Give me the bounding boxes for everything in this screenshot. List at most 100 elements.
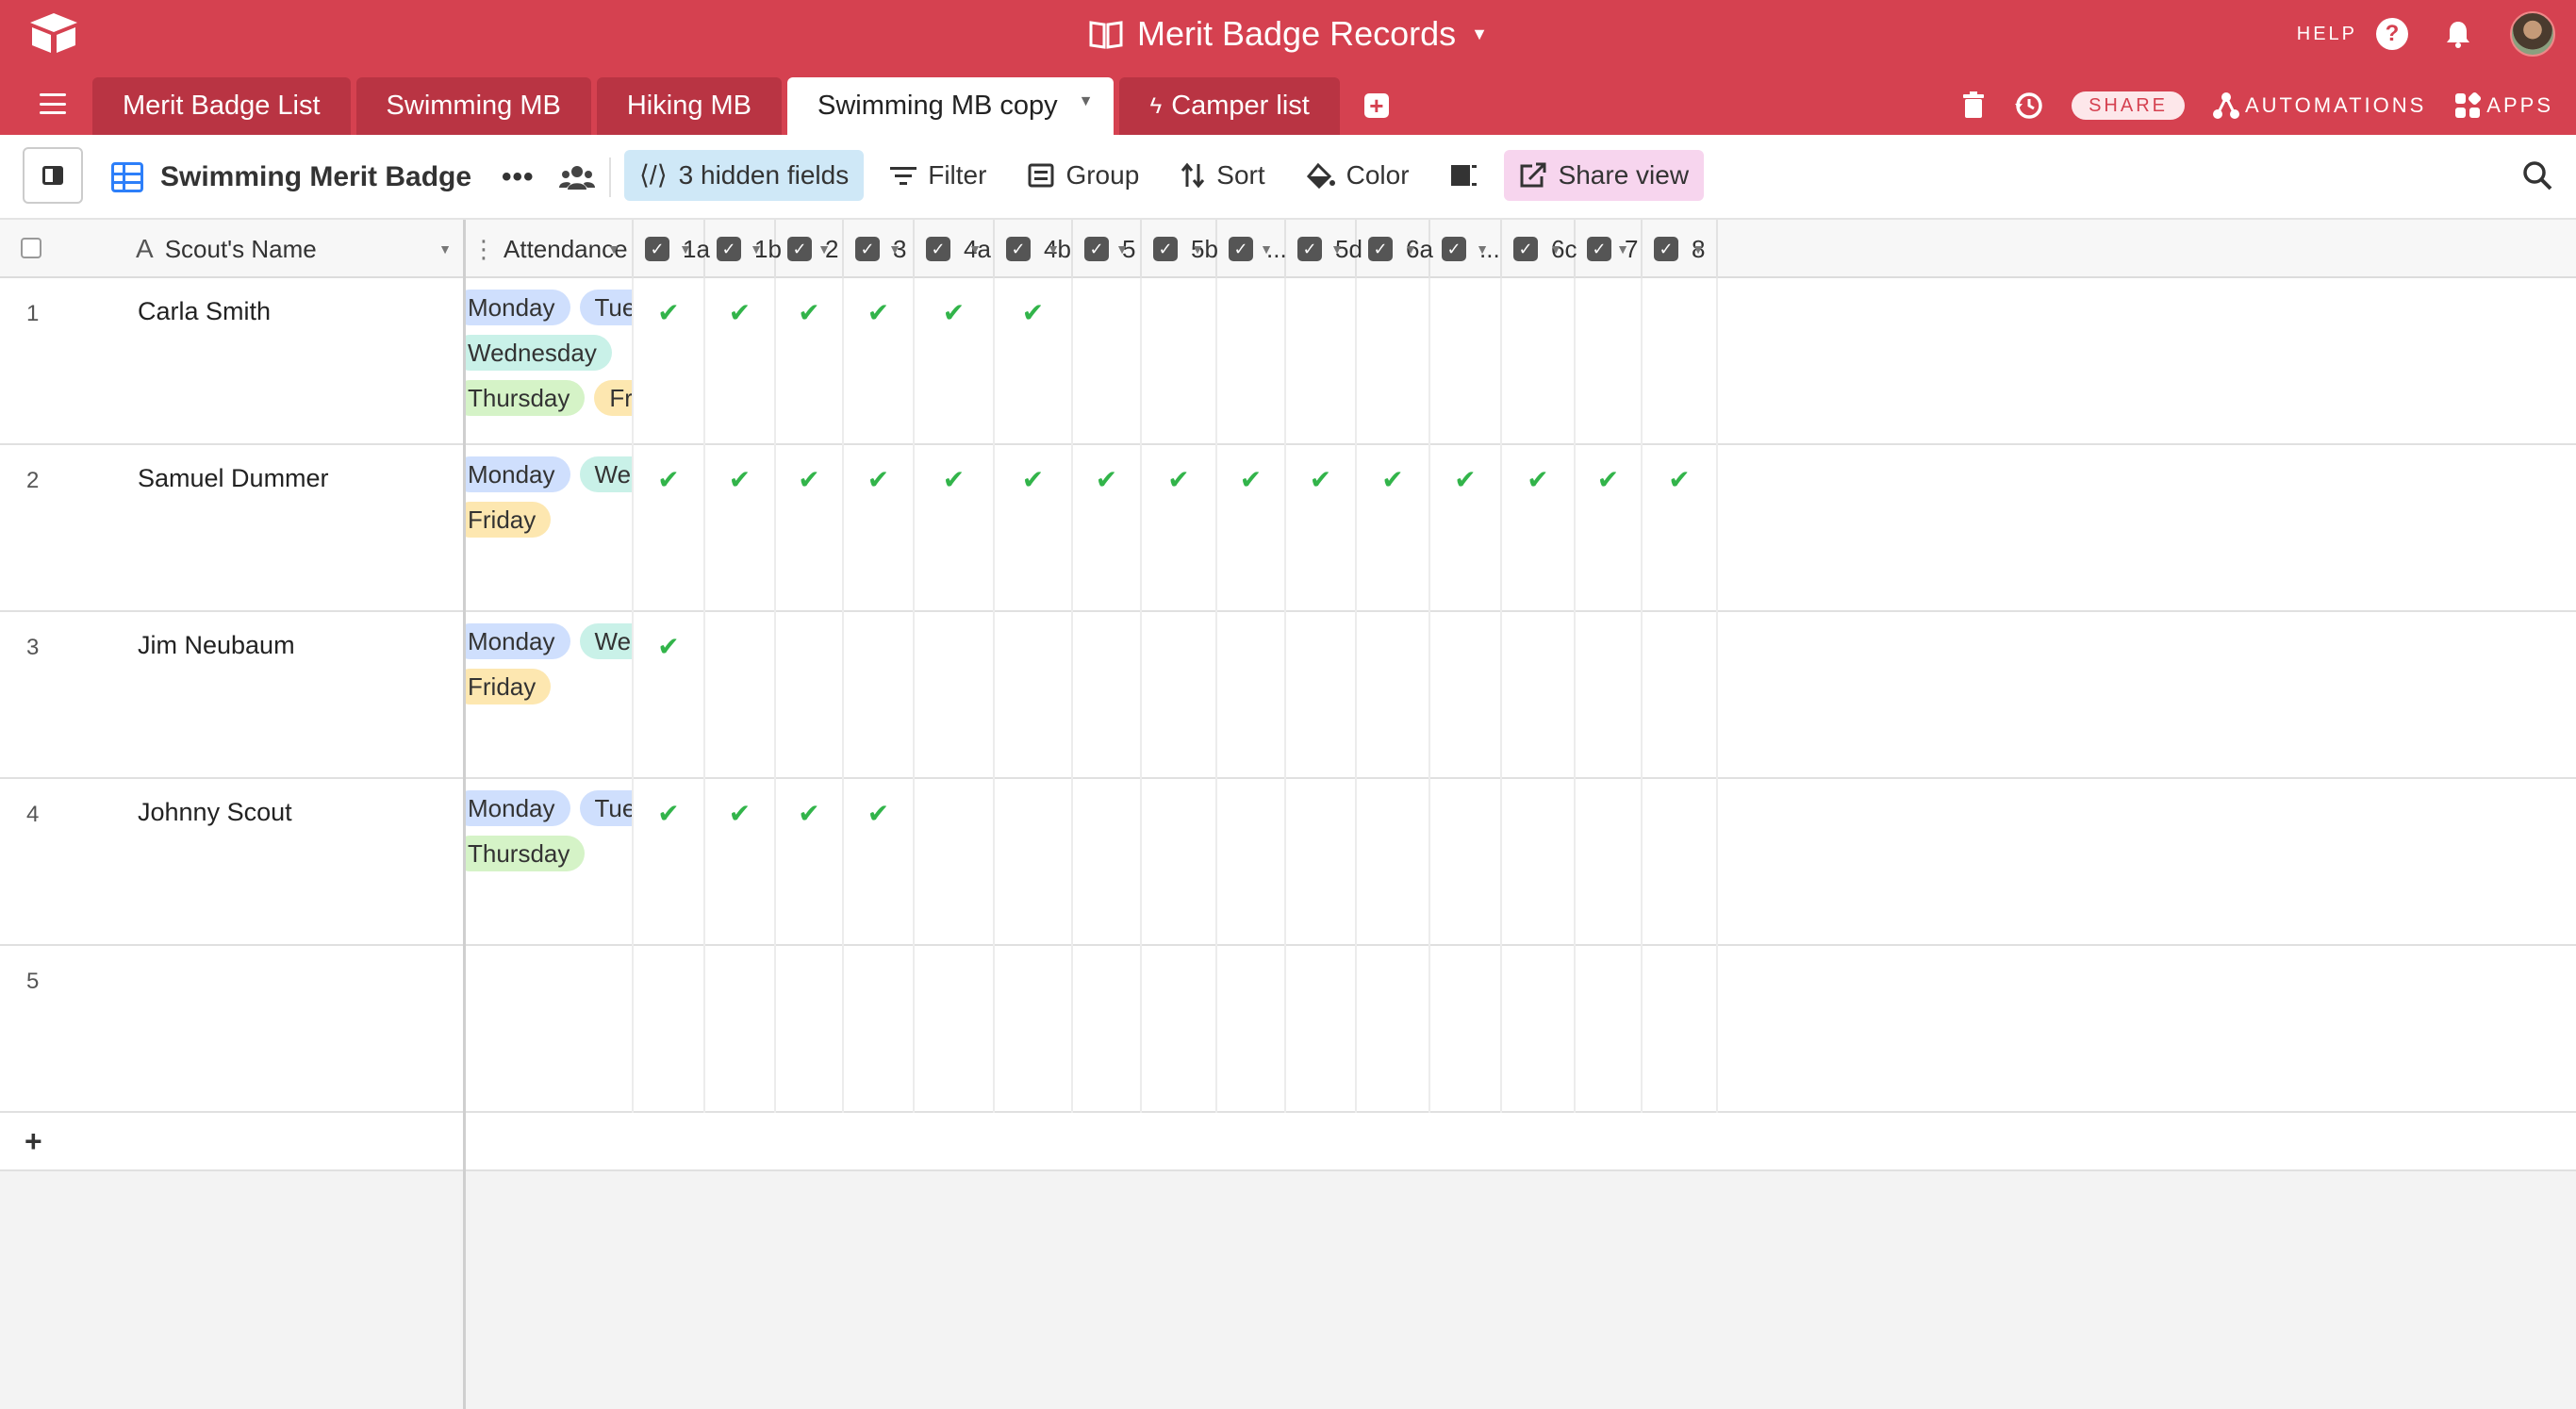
table-row[interactable]: 4 Johnny Scout xyxy=(0,779,463,946)
share-button[interactable]: SHARE xyxy=(2072,91,2185,120)
checkbox-cell[interactable]: ✔ xyxy=(995,278,1073,445)
more-options-icon[interactable]: ••• xyxy=(502,161,535,193)
checkbox-cell[interactable]: ✔ xyxy=(1430,445,1502,612)
column-header-6a[interactable]: ✓ 6a ▼ xyxy=(1357,220,1433,278)
checkbox-cell[interactable] xyxy=(776,612,844,779)
checkbox-cell[interactable]: ✔ xyxy=(1576,445,1643,612)
checkbox-cell[interactable]: ✔ xyxy=(1643,445,1718,612)
column-header-3[interactable]: ✓ 3 ▼ xyxy=(844,220,915,278)
checkbox-cell[interactable] xyxy=(776,946,844,1113)
table-row[interactable]: MondayTuesday Thursday ✔ ✔ ✔ ✔ xyxy=(466,779,2576,946)
checkbox-cell[interactable]: ✔ xyxy=(634,278,705,445)
column-header-5d[interactable]: ✓ 5d ▼ xyxy=(1286,220,1362,278)
checkbox-cell[interactable] xyxy=(1502,946,1576,1113)
automations-button[interactable]: AUTOMATIONS xyxy=(2212,91,2426,120)
checkbox-cell[interactable] xyxy=(634,946,705,1113)
checkbox-cell[interactable] xyxy=(995,946,1073,1113)
attendance-cell[interactable]: MondayWednesday Friday xyxy=(466,612,634,779)
checkbox-cell[interactable] xyxy=(1073,278,1142,445)
checkbox-cell[interactable] xyxy=(844,612,915,779)
checkbox-cell[interactable]: ✔ xyxy=(844,445,915,612)
add-record-row[interactable] xyxy=(466,1113,2576,1171)
checkbox-cell[interactable]: ✔ xyxy=(915,278,995,445)
chevron-down-icon[interactable]: ▼ xyxy=(1191,241,1204,257)
column-header-2[interactable]: ✓ 2 ▼ xyxy=(776,220,844,278)
table-row[interactable] xyxy=(466,946,2576,1113)
checkbox-cell[interactable] xyxy=(915,779,995,946)
hidden-fields-button[interactable]: ⟨/⟩ 3 hidden fields xyxy=(624,150,865,201)
tab-merit-badge-list[interactable]: Merit Badge List xyxy=(92,77,351,135)
history-icon[interactable] xyxy=(2013,91,2043,121)
base-title[interactable]: Merit Badge Records ▼ xyxy=(0,11,2576,57)
checkbox-cell[interactable] xyxy=(1217,779,1286,946)
checkbox-cell[interactable]: ✔ xyxy=(776,779,844,946)
checkbox-cell[interactable] xyxy=(995,779,1073,946)
tab-swimming-mb-copy[interactable]: Swimming MB copy ▼ xyxy=(787,77,1115,135)
checkbox-cell[interactable] xyxy=(1357,946,1430,1113)
checkbox-cell[interactable] xyxy=(1643,612,1718,779)
checkbox-cell[interactable]: ✔ xyxy=(634,779,705,946)
sort-button[interactable]: Sort xyxy=(1165,150,1280,201)
checkbox-cell[interactable]: ✔ xyxy=(844,278,915,445)
collaborators-icon[interactable] xyxy=(558,163,595,191)
help-link[interactable]: HELP xyxy=(2297,24,2357,45)
column-header-5b[interactable]: ✓ 5b ▼ xyxy=(1142,220,1218,278)
chevron-down-icon[interactable]: ▼ xyxy=(1549,241,1562,257)
chevron-down-icon[interactable]: ▼ xyxy=(968,241,982,257)
checkbox-cell[interactable] xyxy=(1576,779,1643,946)
group-button[interactable]: Group xyxy=(1013,150,1154,201)
add-table-button[interactable]: + xyxy=(1363,93,1389,118)
checkbox-cell[interactable] xyxy=(1286,779,1357,946)
column-header-attendance[interactable]: ⋮ Attendance ▼ xyxy=(466,220,634,278)
chevron-down-icon[interactable]: ▼ xyxy=(1476,241,1489,257)
trash-icon[interactable] xyxy=(1962,91,1985,120)
checkbox-cell[interactable]: ✔ xyxy=(705,278,776,445)
chevron-down-icon[interactable]: ▼ xyxy=(1330,241,1344,257)
checkbox-cell[interactable] xyxy=(1217,946,1286,1113)
column-header-scouts-name[interactable]: A Scout's Name ▼ xyxy=(124,220,463,278)
column-header-4a[interactable]: ✓ 4a ▼ xyxy=(915,220,995,278)
column-header-5[interactable]: ✓ 5 ▼ xyxy=(1073,220,1142,278)
chevron-down-icon[interactable]: ▼ xyxy=(1047,241,1060,257)
checkbox-cell[interactable] xyxy=(1357,278,1430,445)
scout-name-cell[interactable]: Johnny Scout xyxy=(138,798,292,827)
chevron-down-icon[interactable]: ▼ xyxy=(1079,93,1094,110)
column-header-more[interactable]: ✓... ▼ xyxy=(1430,220,1502,278)
chevron-down-icon[interactable]: ▼ xyxy=(750,241,763,257)
table-row[interactable]: 5 xyxy=(0,946,463,1113)
chevron-down-icon[interactable]: ▼ xyxy=(817,241,831,257)
chevron-down-icon[interactable]: ▼ xyxy=(1115,241,1129,257)
checkbox-cell[interactable] xyxy=(995,612,1073,779)
checkbox-cell[interactable] xyxy=(1643,278,1718,445)
checkbox-cell[interactable] xyxy=(1286,278,1357,445)
chevron-down-icon[interactable]: ▼ xyxy=(1616,241,1629,257)
bell-icon[interactable] xyxy=(2444,19,2472,49)
checkbox-cell[interactable] xyxy=(1576,612,1643,779)
chevron-down-icon[interactable]: ▼ xyxy=(1404,241,1417,257)
scout-name-cell[interactable]: Carla Smith xyxy=(138,297,271,326)
column-header-more[interactable]: ✓... ▼ xyxy=(1217,220,1287,278)
checkbox-cell[interactable] xyxy=(1357,612,1430,779)
checkbox-cell[interactable] xyxy=(1430,278,1502,445)
help-icon[interactable]: ? xyxy=(2376,18,2408,50)
checkbox-cell[interactable] xyxy=(915,946,995,1113)
checkbox-cell[interactable] xyxy=(1430,612,1502,779)
filter-button[interactable]: Filter xyxy=(875,150,1001,201)
checkbox-cell[interactable]: ✔ xyxy=(1217,445,1286,612)
checkbox-cell[interactable]: ✔ xyxy=(705,779,776,946)
checkbox-cell[interactable]: ✔ xyxy=(1073,445,1142,612)
column-header-8[interactable]: ✓ 8 ▼ xyxy=(1643,220,1718,278)
checkbox-cell[interactable]: ✔ xyxy=(915,445,995,612)
chevron-down-icon[interactable]: ▼ xyxy=(607,241,620,257)
color-button[interactable]: Color xyxy=(1292,150,1425,201)
chevron-down-icon[interactable]: ▼ xyxy=(1692,241,1705,257)
checkbox-cell[interactable] xyxy=(1142,278,1217,445)
checkbox-cell[interactable] xyxy=(1142,779,1217,946)
scout-name-cell[interactable]: Samuel Dummer xyxy=(138,464,329,493)
checkbox-cell[interactable] xyxy=(1142,612,1217,779)
checkbox-cell[interactable] xyxy=(705,946,776,1113)
attendance-cell[interactable]: MondayWednesday Friday xyxy=(466,445,634,612)
checkbox-cell[interactable] xyxy=(1286,612,1357,779)
column-header-6c[interactable]: ✓ 6c ▼ xyxy=(1502,220,1577,278)
column-header-7[interactable]: ✓ 7 ▼ xyxy=(1576,220,1643,278)
